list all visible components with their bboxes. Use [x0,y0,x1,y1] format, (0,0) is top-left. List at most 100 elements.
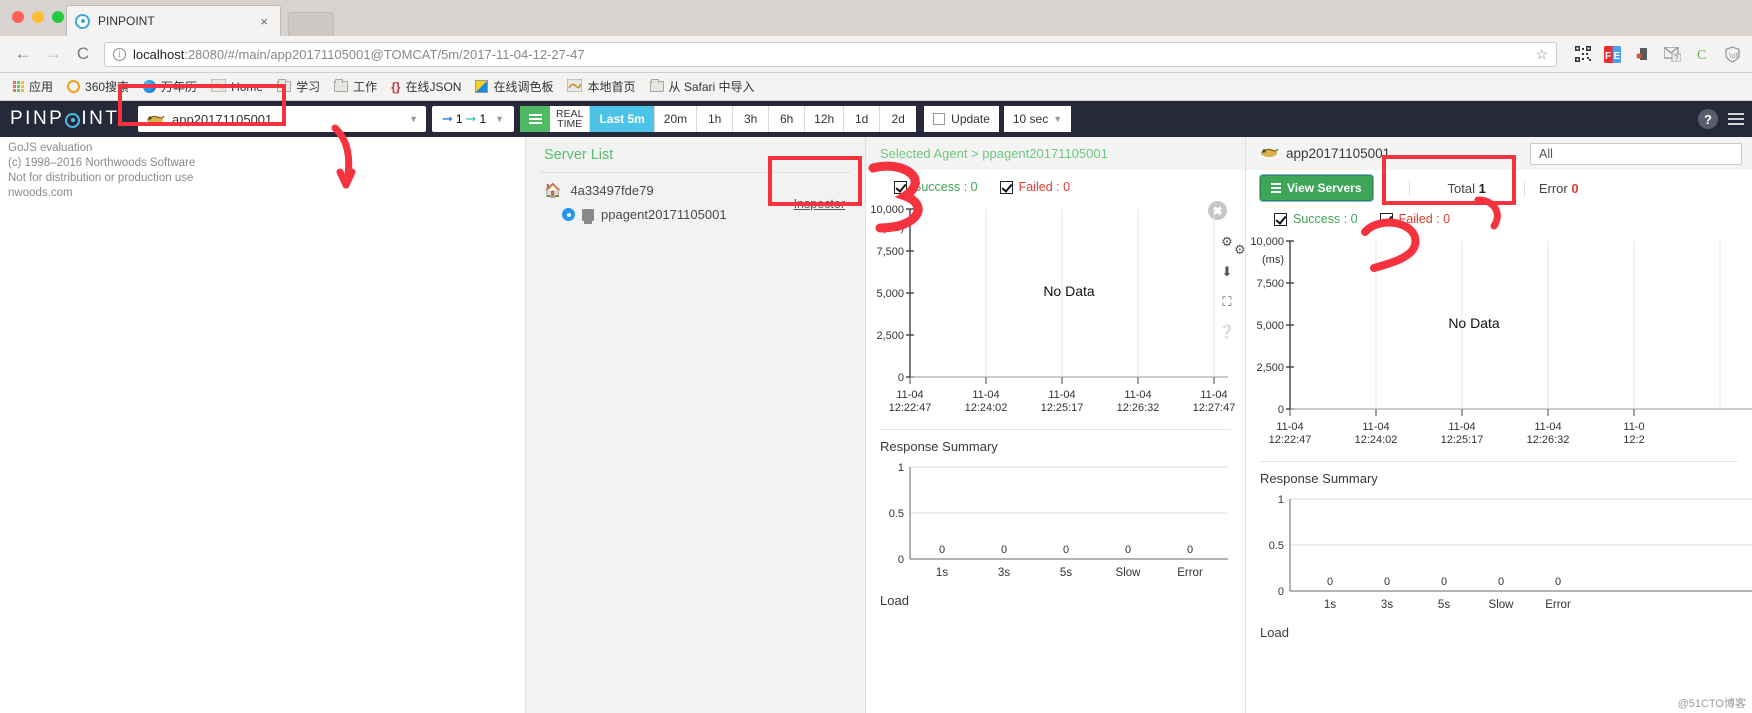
menu-icon[interactable] [1728,113,1744,125]
view-servers-button[interactable]: View Servers [1260,175,1373,201]
evernote-icon[interactable] [1633,45,1652,64]
app-load-title: Load [1260,625,1289,640]
tab-2d[interactable]: 2d [880,106,917,132]
xtick-time-3: 12:26:32 [1117,402,1160,414]
bar-value-3: 0 [1125,544,1131,556]
svg-text:?: ? [1674,54,1679,62]
agent-filter-select[interactable]: All [1530,142,1742,165]
update-checkbox[interactable]: Update [924,106,999,132]
xtick-slow: Slow [1116,567,1142,579]
checkbox-checked-icon[interactable] [1274,212,1287,226]
gmail-icon[interactable]: ? [1663,45,1682,64]
bookmark-label: 在线JSON [405,80,462,94]
bookmark-safari-import[interactable]: 从 Safari 中导入 [645,75,760,98]
filter-label: Success : 0 [913,180,978,194]
ytick-0: 0 [1278,404,1284,416]
bookmark-calendar[interactable]: 万年历 [138,75,202,98]
bookmark-360[interactable]: 360搜索 [62,75,134,98]
fe-icon[interactable]: F E [1603,45,1622,64]
tab-last-5m[interactable]: Last 5m [590,106,655,132]
filter-success[interactable]: Success : 0 [894,180,978,194]
inspector-link[interactable]: Inspector [794,197,845,211]
chevron-down-icon[interactable]: ▼ [409,114,418,124]
new-tab-button[interactable] [288,12,334,36]
json-icon: {} [391,79,401,94]
app-chart-side-icons: ⚙ [1234,242,1246,258]
help-icon[interactable]: ? [1698,109,1718,129]
tab-6h[interactable]: 6h [769,106,806,132]
agent-filter-row: Success : 0 Failed : 0 [866,170,1245,198]
bookmark-palette[interactable]: 在线调色板 [470,75,558,98]
refresh-interval-select[interactable]: 10 sec ▼ [1003,106,1072,132]
gear-icon[interactable]: ⚙ [1234,242,1246,258]
gear-icon[interactable]: ⚙ [1221,234,1233,250]
xtick-time-2: 12:25:17 [1041,402,1084,414]
tab-12h[interactable]: 12h [805,106,845,132]
agent-scatter-chart[interactable]: 10,000 (ms) 7,500 5,000 2,500 0 11-04 12… [866,198,1245,425]
browser-tab-pinpoint[interactable]: PINPOINT × [66,5,281,36]
bookmark-home[interactable]: Home [206,76,268,98]
bookmark-study[interactable]: 学习 [272,75,325,98]
xtick-3s: 3s [1381,599,1393,611]
minimize-window-button[interactable] [32,11,44,23]
expand-icon[interactable]: ⛶ [1222,294,1231,310]
watermark-line-4: nwoods.com [8,187,73,199]
reload-icon[interactable]: C [70,41,96,67]
close-window-button[interactable] [12,11,24,23]
application-select[interactable]: app20171105001 ▼ [138,106,426,132]
url-host: localhost [133,46,185,62]
bar-value-2: 0 [1441,576,1447,588]
address-bar[interactable]: i localhost :28080/#/main/app20171105001… [104,41,1557,67]
app-chart-pane: app20171105001 All View Servers Total 1 … [1234,137,1752,713]
list-view-icon[interactable] [520,106,550,132]
bookmark-work[interactable]: 工作 [329,75,382,98]
checkbox-checked-icon[interactable] [894,180,907,194]
xtick-3s: 3s [998,567,1010,579]
c-icon[interactable]: C [1693,45,1712,64]
forward-icon[interactable]: → [40,41,66,67]
xtick-error: Error [1545,599,1571,611]
moz-icon [143,80,157,93]
close-icon[interactable]: × [256,14,272,29]
app-response-summary-chart[interactable]: 1 0.5 0 0 0 0 0 0 1s 3s 5s Slow Error [1246,486,1752,621]
filter-failed[interactable]: Failed : 0 [999,180,1070,194]
view-servers-label: View Servers [1287,181,1362,195]
xtick-5s: 5s [1438,599,1450,611]
qr-code-icon[interactable] [1573,45,1592,64]
tab-3h[interactable]: 3h [733,106,770,132]
app-filter-row: Success : 0 Failed : 0 [1246,206,1752,230]
ytick-7500: 7,500 [876,246,904,258]
bar-value-4: 0 [1555,576,1561,588]
agent-response-summary-chart[interactable]: 1 0.5 0 0 0 0 0 0 1s 3s 5s Slow Error [866,454,1245,589]
bookmark-localhome[interactable]: 本地首页 [562,75,640,98]
chevron-down-icon[interactable]: ▼ [495,114,504,124]
tab-realtime[interactable]: REAL TIME [550,106,591,132]
error-label: Error [1538,180,1568,196]
bookmark-label: 学习 [296,80,321,94]
tab-20m[interactable]: 20m [654,106,698,132]
palette-icon [475,80,489,93]
folder-icon [649,79,664,92]
checkbox-checked-icon[interactable] [999,180,1013,194]
tab-1h[interactable]: 1h [697,106,734,132]
chevron-down-icon[interactable]: ▼ [1053,114,1062,124]
bookmark-apps[interactable]: 应用 [8,75,58,98]
server-map-pane[interactable]: GoJS evaluation (c) 1998–2016 Northwoods… [0,137,525,713]
filter-failed[interactable]: Failed : 0 [1379,212,1451,226]
help-icon[interactable]: ❔ [1219,324,1235,340]
app-scatter-chart[interactable]: 10,000 (ms) 7,500 5,000 2,500 0 11-04 12… [1246,230,1752,457]
node-count-filter[interactable]: ➞ 1 ➞ 1 ▼ [432,106,514,132]
checkbox-checked-icon[interactable] [1379,212,1393,226]
bookmark-star-icon[interactable]: ☆ [1527,46,1548,63]
site-info-icon[interactable]: i [113,47,126,61]
bookmark-json[interactable]: {} 在线JSON [386,75,466,98]
filter-label: Failed : 0 [1398,212,1451,226]
shield-icon[interactable]: \u652f [1723,45,1742,64]
back-icon[interactable]: ← [10,41,36,67]
download-icon[interactable]: ⬇ [1221,264,1232,280]
filter-success[interactable]: Success : 0 [1274,212,1358,226]
checkbox-icon[interactable] [933,113,946,125]
bookmark-label: 在线调色板 [493,80,554,94]
tab-1d[interactable]: 1d [844,106,881,132]
maximize-window-button[interactable] [52,11,64,23]
